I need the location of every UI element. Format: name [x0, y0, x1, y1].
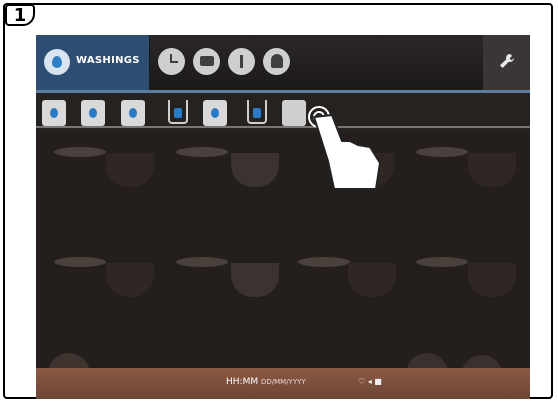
milk-jug-icon[interactable]: [121, 100, 145, 126]
machine-screen: WASHINGS HH:MM DD/MM/YYYY ♡ ◂ ■: [36, 35, 530, 399]
product-tile[interactable]: [416, 147, 468, 157]
product-tile[interactable]: [468, 263, 516, 297]
wrench-icon: [500, 54, 514, 68]
product-tile[interactable]: [176, 147, 228, 157]
status-icons: ♡ ◂ ■: [358, 377, 382, 386]
washings-tab[interactable]: WASHINGS: [36, 35, 150, 90]
teapot-icon[interactable]: [282, 100, 306, 126]
time-text: HH:MM: [226, 377, 259, 387]
flag-icon[interactable]: [193, 48, 220, 75]
cup-water-icon[interactable]: [81, 100, 105, 126]
glass-water-icon[interactable]: [168, 100, 188, 124]
product-tile[interactable]: [231, 263, 279, 297]
user-icon: ■: [374, 377, 382, 386]
info-icon[interactable]: [228, 48, 255, 75]
wifi-icon: ♡: [358, 377, 366, 386]
product-tile[interactable]: [176, 257, 228, 267]
drop-icon: [44, 49, 70, 75]
product-tile[interactable]: [106, 263, 154, 297]
clock-icon[interactable]: [158, 48, 185, 75]
product-tile[interactable]: [54, 257, 106, 267]
toolbar-divider: [36, 126, 530, 128]
date-text: DD/MM/YYYY: [260, 378, 306, 386]
volume-icon: ◂: [367, 377, 372, 386]
status-time: HH:MM DD/MM/YYYY: [226, 377, 306, 387]
product-tile[interactable]: [416, 257, 468, 267]
beverage-toolbar: [36, 93, 530, 133]
product-tile[interactable]: [298, 257, 350, 267]
glass-icon[interactable]: [247, 100, 267, 124]
coffee-cup-icon[interactable]: [42, 100, 66, 126]
product-tile[interactable]: [106, 153, 154, 187]
product-tile[interactable]: [231, 153, 279, 187]
pitcher-icon[interactable]: [203, 100, 227, 126]
product-tile[interactable]: [348, 263, 396, 297]
product-tile[interactable]: [468, 153, 516, 187]
pointing-hand-icon: [308, 106, 381, 190]
status-bar: HH:MM DD/MM/YYYY ♡ ◂ ■: [36, 368, 530, 399]
washings-label: WASHINGS: [76, 55, 140, 66]
settings-button[interactable]: [483, 35, 530, 90]
person-icon[interactable]: [263, 48, 290, 75]
top-menu-bar: WASHINGS: [36, 35, 530, 90]
step-number: 1: [5, 4, 35, 26]
product-tile[interactable]: [54, 147, 106, 157]
